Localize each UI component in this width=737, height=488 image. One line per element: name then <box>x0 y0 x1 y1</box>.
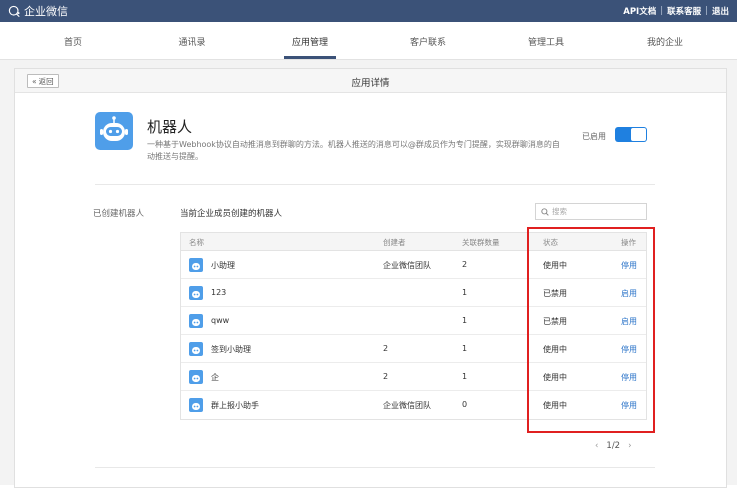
robot-creator: 2 <box>383 344 389 353</box>
robot-action-link[interactable]: 停用 <box>621 344 637 355</box>
robot-avatar-icon <box>189 370 203 384</box>
robot-avatar-icon <box>189 314 203 328</box>
column-header-creator: 创建者 <box>383 238 406 247</box>
robot-status: 已禁用 <box>543 289 567 298</box>
enable-toggle[interactable] <box>615 127 647 142</box>
wecom-logo-icon <box>8 5 20 17</box>
robot-icon <box>100 116 128 141</box>
column-header-name: 名称 <box>189 238 204 247</box>
divider <box>95 467 655 468</box>
separator: | <box>660 6 664 16</box>
card-header: « 返回 应用详情 <box>15 69 726 93</box>
robot-avatar-icon <box>189 342 203 356</box>
robot-group-count: 1 <box>462 372 468 381</box>
robot-name: 小助理 <box>211 261 235 270</box>
robot-app-icon <box>95 112 133 150</box>
nav-item-contacts[interactable]: 通讯录 <box>178 35 205 48</box>
top-links: API文档 | 联系客服 | 退出 <box>623 5 729 17</box>
robot-avatar-icon <box>189 398 203 412</box>
robot-action-link[interactable]: 停用 <box>621 400 637 411</box>
toggle-knob <box>631 128 646 141</box>
main-nav: 首页 通讯录 应用管理 客户联系 管理工具 我的企业 <box>0 22 737 60</box>
contact-support-link[interactable]: 联系客服 <box>667 5 701 17</box>
page-indicator: 1/2 <box>606 441 621 451</box>
table-row[interactable]: 企 2 1 使用中 停用 <box>181 363 646 391</box>
top-bar: 企业微信 API文档 | 联系客服 | 退出 <box>0 0 737 22</box>
robot-name: 企 <box>211 373 219 382</box>
robot-creator: 企业微信团队 <box>383 261 431 270</box>
prev-page-chevron-icon[interactable]: ‹ <box>595 441 598 451</box>
robot-status: 已禁用 <box>543 317 567 326</box>
next-page-chevron-icon[interactable]: › <box>628 441 631 451</box>
table-row[interactable]: 群上报小助手 企业微信团队 0 使用中 停用 <box>181 391 646 419</box>
brand-name: 企业微信 <box>24 5 68 18</box>
robot-action-link[interactable]: 启用 <box>621 288 637 299</box>
robot-group-count: 1 <box>462 288 468 297</box>
search-input[interactable]: 搜索 <box>535 203 647 220</box>
content-area: « 返回 应用详情 机器人 一种基于Webhook协议自动推消息到群聊的方法。机… <box>0 60 737 488</box>
nav-item-my-enterprise[interactable]: 我的企业 <box>647 35 683 48</box>
divider <box>95 184 655 185</box>
pagination: ‹ 1/2 › <box>595 441 632 451</box>
nav-item-app-management[interactable]: 应用管理 <box>292 35 328 48</box>
robot-group-count: 2 <box>462 260 468 269</box>
robot-creator: 2 <box>383 372 389 381</box>
robots-table: 名称 创建者 关联群数量 状态 操作 小助理 企业微信团队 2 使用中 停用 1… <box>180 232 647 420</box>
column-header-action: 操作 <box>621 238 636 247</box>
robot-status: 使用中 <box>543 261 567 270</box>
column-header-status: 状态 <box>543 238 558 247</box>
table-row[interactable]: 123 1 已禁用 启用 <box>181 279 646 307</box>
robot-action-link[interactable]: 停用 <box>621 260 637 271</box>
api-docs-link[interactable]: API文档 <box>623 5 656 17</box>
robot-creator: 企业微信团队 <box>383 401 431 410</box>
app-name: 机器人 <box>147 118 193 136</box>
logout-link[interactable]: 退出 <box>712 5 729 17</box>
robot-name: qww <box>211 316 230 325</box>
nav-active-indicator <box>284 56 336 59</box>
robot-avatar-icon <box>189 286 203 300</box>
table-row[interactable]: 小助理 企业微信团队 2 使用中 停用 <box>181 251 646 279</box>
nav-item-home[interactable]: 首页 <box>64 35 82 48</box>
separator: | <box>705 6 708 16</box>
robot-group-count: 1 <box>462 344 468 353</box>
search-placeholder: 搜索 <box>552 207 567 216</box>
robot-status: 使用中 <box>543 373 567 382</box>
table-row[interactable]: 签到小助理 2 1 使用中 停用 <box>181 335 646 363</box>
robot-status: 使用中 <box>543 401 567 410</box>
page-title: 应用详情 <box>351 78 390 89</box>
brand[interactable]: 企业微信 <box>8 3 68 19</box>
app-detail-card: « 返回 应用详情 机器人 一种基于Webhook协议自动推消息到群聊的方法。机… <box>14 68 727 488</box>
robot-action-link[interactable]: 停用 <box>621 372 637 383</box>
robot-name: 123 <box>211 288 227 297</box>
app-description: 一种基于Webhook协议自动推消息到群聊的方法。机器人推送的消息可以@群成员作… <box>147 140 560 161</box>
enabled-status-label: 已启用 <box>582 132 606 141</box>
column-header-groups: 关联群数量 <box>462 238 500 247</box>
robot-name: 群上报小助手 <box>211 401 259 410</box>
table-header: 名称 创建者 关联群数量 状态 操作 <box>181 233 646 251</box>
robot-group-count: 1 <box>462 316 468 325</box>
nav-item-customer-contact[interactable]: 客户联系 <box>410 35 446 48</box>
robots-list-title: 当前企业成员创建的机器人 <box>180 209 283 219</box>
search-icon <box>541 207 549 216</box>
nav-item-management-tools[interactable]: 管理工具 <box>528 35 564 48</box>
table-row[interactable]: qww 1 已禁用 启用 <box>181 307 646 335</box>
created-robots-label: 已创建机器人 <box>93 209 145 219</box>
robot-action-link[interactable]: 启用 <box>621 316 637 327</box>
robot-status: 使用中 <box>543 345 567 354</box>
robot-group-count: 0 <box>462 400 468 409</box>
robot-name: 签到小助理 <box>211 345 251 354</box>
robot-avatar-icon <box>189 258 203 272</box>
